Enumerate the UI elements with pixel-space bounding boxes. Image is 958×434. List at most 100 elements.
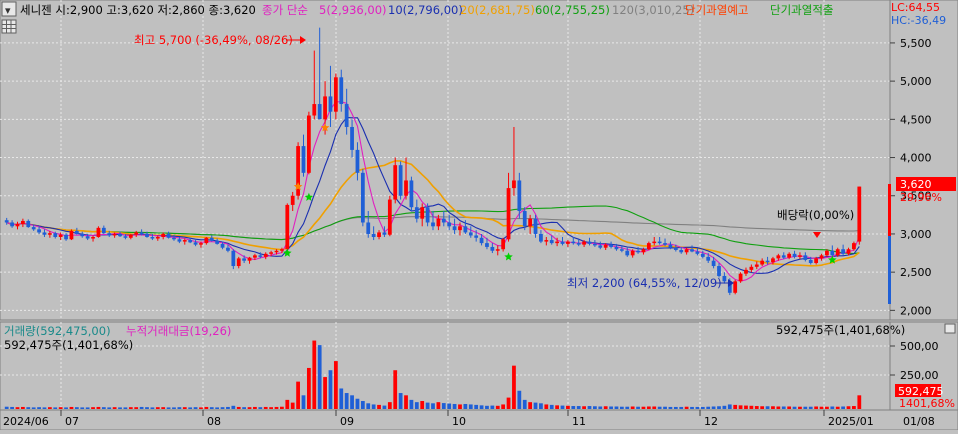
- ma10-legend[interactable]: 10(2,796,00): [388, 3, 463, 17]
- volume-bar: [798, 406, 802, 409]
- candle-body: [517, 180, 522, 212]
- volume-bar: [350, 395, 354, 409]
- candle-body: [566, 241, 570, 244]
- candle-body: [787, 253, 792, 258]
- volume-bar: [857, 395, 862, 409]
- candle-body: [74, 230, 79, 234]
- volume-bar: [614, 406, 619, 409]
- grid-table-icon[interactable]: [1, 19, 17, 34]
- candle-body: [431, 222, 435, 227]
- menu-chevron-icon[interactable]: ▾: [5, 4, 11, 17]
- candle-body: [69, 230, 74, 240]
- volume-bar: [31, 407, 36, 409]
- volume-bar: [566, 405, 570, 409]
- price-tick-label: 4,500: [900, 113, 932, 126]
- price-tick-label: 2,000: [900, 304, 932, 317]
- volume-bar: [727, 404, 732, 409]
- candle-body: [10, 222, 14, 227]
- candle-body: [15, 224, 20, 227]
- candle-body: [614, 246, 619, 250]
- volume-bar: [619, 406, 624, 409]
- volume-bar: [825, 406, 829, 409]
- candle-body: [749, 266, 754, 270]
- volume-bar: [366, 403, 371, 409]
- volume-bar: [587, 406, 592, 409]
- volume-bar: [711, 406, 716, 409]
- volume-bar: [269, 407, 274, 409]
- candle-body: [145, 233, 149, 238]
- candle-body: [387, 199, 392, 235]
- hc-label: HC:-36,49: [891, 14, 946, 27]
- candle-body: [101, 227, 106, 234]
- volume-bar: [145, 407, 149, 409]
- volume-bar: [512, 365, 516, 409]
- volume-bar: [506, 397, 511, 409]
- candle-body: [317, 104, 322, 120]
- volume-bar: [274, 406, 279, 409]
- candle-body: [549, 240, 554, 244]
- candle-body: [323, 96, 327, 120]
- volume-bar: [549, 404, 554, 409]
- volume-bar: [139, 406, 144, 409]
- candle-body: [576, 243, 581, 245]
- ma120-legend[interactable]: 120(3,010,25): [612, 3, 694, 17]
- candle-body: [231, 250, 236, 267]
- candle-body: [155, 237, 160, 239]
- candle-body: [501, 239, 506, 250]
- candle-body: [706, 256, 711, 261]
- last-price-label: 3,620: [900, 178, 932, 191]
- candle-body: [172, 237, 176, 240]
- cum-amount-legend[interactable]: 누적거래대금(19,26): [126, 324, 231, 338]
- volume-bar: [539, 403, 543, 409]
- volume-bar: [738, 405, 743, 409]
- candle-body: [150, 237, 155, 239]
- candle-body: [355, 149, 360, 173]
- volume-bar: [754, 406, 759, 409]
- candle-body: [37, 229, 41, 233]
- candle-body: [4, 220, 9, 223]
- volume-bar: [236, 406, 241, 409]
- candle-body: [603, 244, 608, 248]
- candle-body: [533, 218, 538, 234]
- ma5-legend[interactable]: 5(2,936,00): [319, 3, 387, 17]
- candle-body: [830, 250, 835, 256]
- volume-bar: [485, 405, 489, 409]
- volume-bar: [69, 406, 74, 409]
- volume-bar: [560, 405, 565, 409]
- volume-bar: [112, 407, 117, 409]
- volume-bar: [722, 405, 727, 409]
- volume-bar: [344, 393, 349, 409]
- volume-bar: [695, 406, 700, 409]
- volume-bar: [835, 406, 840, 409]
- candle-body: [835, 249, 840, 256]
- volume-bar: [792, 406, 797, 409]
- candle-body: [857, 186, 862, 242]
- warn-overheat-notice[interactable]: 단기과열예고: [685, 3, 748, 17]
- candle-body: [350, 126, 354, 150]
- volume-bar: [544, 404, 549, 409]
- volume-bar: [172, 407, 176, 409]
- volume-bar: [668, 406, 673, 409]
- candle-body: [393, 165, 398, 200]
- volume-bar: [247, 407, 252, 409]
- volume-legend[interactable]: 거래량(592,475,00): [4, 324, 111, 338]
- volume-panel-close-icon[interactable]: [944, 323, 956, 334]
- ma60-legend[interactable]: 60(2,755,25): [535, 3, 610, 17]
- candle-body: [684, 249, 689, 253]
- volume-bar: [398, 393, 403, 409]
- volume-bar: [646, 406, 651, 409]
- candle-body: [404, 180, 408, 196]
- volume-bar: [781, 406, 786, 409]
- candle-body: [619, 249, 624, 251]
- warn-overheat-designated[interactable]: 단기과열적출: [770, 3, 833, 17]
- volume-bar: [803, 406, 808, 409]
- volume-tick-label: 500,00: [900, 340, 939, 353]
- candle-body: [592, 243, 597, 246]
- volume-bar: [663, 406, 667, 409]
- ma20-legend[interactable]: 20(2,681,75): [460, 3, 535, 17]
- candle-body: [808, 259, 813, 263]
- volume-bar: [528, 402, 533, 409]
- candle-body: [58, 234, 63, 238]
- volume-bar: [458, 404, 462, 409]
- volume-bar: [306, 367, 311, 409]
